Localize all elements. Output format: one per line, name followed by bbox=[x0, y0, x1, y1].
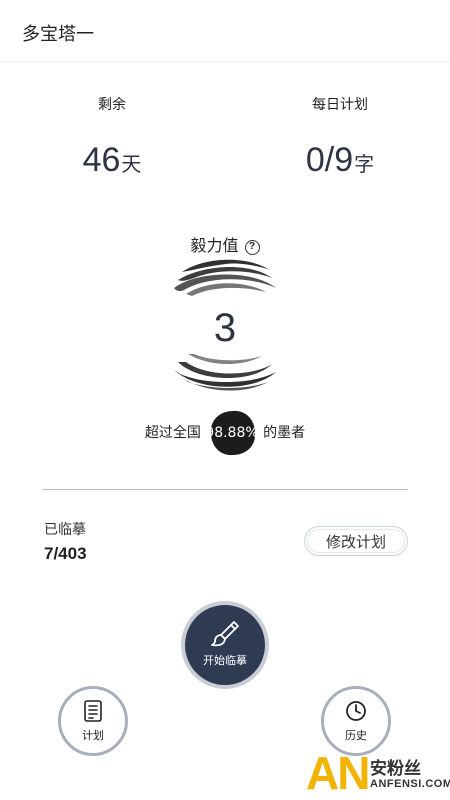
watermark-cn: 安粉丝 bbox=[370, 759, 421, 779]
divider bbox=[42, 489, 408, 490]
ranking-prefix: 超过全国 bbox=[144, 425, 201, 441]
page-title: 多宝塔一 bbox=[22, 24, 94, 45]
daily-plan-value: 0/9字 bbox=[250, 140, 430, 185]
remaining-days-stat: 剩余 46天 bbox=[22, 94, 202, 185]
perseverance-label: 毅力值 bbox=[190, 236, 239, 255]
watermark-en: ANFENSI.COM bbox=[370, 778, 450, 790]
clock-icon bbox=[346, 701, 366, 721]
remaining-label: 剩余 bbox=[98, 97, 126, 113]
top-bar: 多宝塔一 bbox=[0, 0, 450, 62]
remaining-number: 46 bbox=[82, 141, 121, 179]
document-list-icon bbox=[84, 700, 102, 722]
daily-plan-stat: 每日计划 0/9字 bbox=[250, 94, 430, 185]
perseverance-heading: 毅力值? bbox=[0, 232, 450, 256]
plan-button[interactable]: 计划 bbox=[58, 686, 128, 756]
ranking-suffix: 的墨者 bbox=[263, 425, 306, 441]
daily-plan-number: 0/9 bbox=[305, 141, 354, 179]
remaining-value: 46天 bbox=[22, 140, 202, 185]
ranking-percent: 98.88% bbox=[205, 425, 259, 441]
remaining-unit: 天 bbox=[121, 154, 142, 176]
daily-plan-label: 每日计划 bbox=[312, 97, 368, 113]
national-ranking: 超过全国 98.88% 的墨者 bbox=[0, 410, 450, 456]
brush-icon bbox=[211, 621, 239, 647]
edit-plan-button[interactable]: 修改计划 bbox=[304, 526, 408, 556]
help-icon[interactable]: ? bbox=[244, 240, 260, 255]
plan-label: 计划 bbox=[82, 729, 104, 742]
history-button[interactable]: 历史 bbox=[321, 686, 391, 756]
copied-label: 已临摹 bbox=[44, 522, 86, 538]
history-label: 历史 bbox=[345, 729, 367, 742]
copied-count: 7/403 bbox=[44, 544, 87, 563]
watermark-an: AN bbox=[306, 747, 370, 799]
watermark-logo: AN 安粉丝 ANFENSI.COM bbox=[300, 748, 450, 800]
start-copying-label: 开始临摹 bbox=[203, 654, 247, 667]
daily-plan-unit: 字 bbox=[354, 154, 375, 176]
perseverance-score: 3 bbox=[213, 306, 237, 350]
start-copying-button[interactable]: 开始临摹 bbox=[181, 601, 269, 689]
